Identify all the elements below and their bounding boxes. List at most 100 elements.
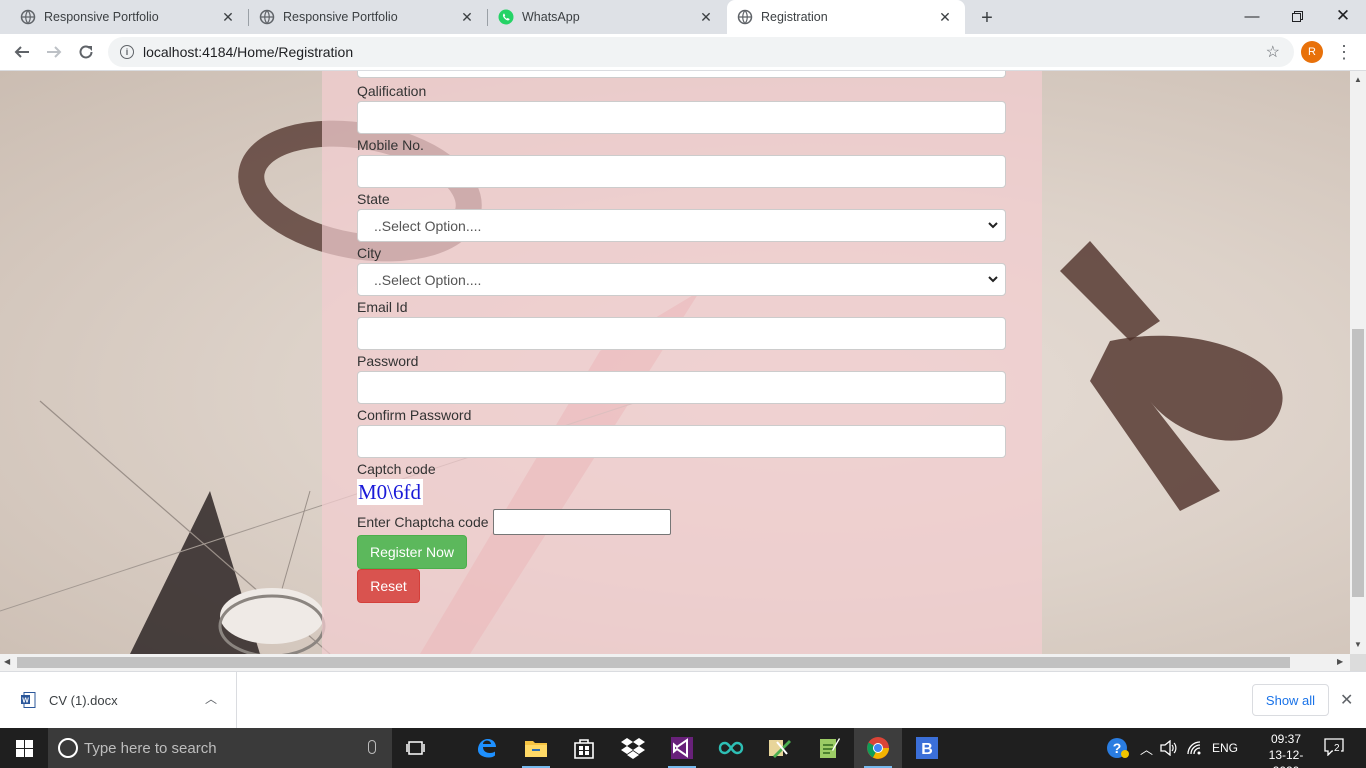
arduino-app[interactable] — [707, 728, 755, 768]
horizontal-scrollbar[interactable]: ◀ ▶ — [0, 654, 1350, 671]
qualification-input[interactable] — [357, 101, 1006, 134]
captcha-input[interactable] — [493, 509, 671, 535]
tab-registration[interactable]: Registration ✕ — [727, 0, 965, 34]
notification-count: 2 — [1333, 743, 1341, 754]
close-window-button[interactable]: ✕ — [1320, 0, 1366, 32]
email-input[interactable] — [357, 317, 1006, 350]
search-placeholder: Type here to search — [84, 739, 217, 757]
minimize-button[interactable]: — — [1229, 0, 1275, 32]
new-tab-button[interactable]: + — [976, 7, 998, 29]
download-shelf: W CV (1).docx ︿ Show all ✕ — [0, 671, 1366, 728]
chrome-app[interactable] — [854, 728, 902, 768]
file-explorer-app[interactable] — [512, 728, 560, 768]
qualification-label: Qalification — [357, 83, 427, 99]
reset-button[interactable]: Reset — [357, 569, 420, 603]
tab-title: Registration — [761, 10, 828, 24]
tab-title: Responsive Portfolio — [44, 10, 159, 24]
email-label: Email Id — [357, 299, 408, 315]
globe-icon — [737, 9, 753, 25]
confirm-password-input[interactable] — [357, 425, 1006, 458]
mobile-input[interactable] — [357, 155, 1006, 188]
edge-app[interactable] — [462, 728, 510, 768]
confirm-password-label: Confirm Password — [357, 407, 472, 423]
store-bag-icon — [574, 739, 594, 759]
chevron-up-icon[interactable]: ︿ — [1140, 728, 1153, 768]
city-label: City — [357, 245, 382, 261]
language-indicator[interactable]: ENG — [1212, 728, 1238, 768]
tab-responsive-portfolio-2[interactable]: Responsive Portfolio ✕ — [249, 0, 487, 34]
whatsapp-icon — [498, 9, 514, 25]
restore-button[interactable] — [1274, 0, 1320, 32]
page-viewport: Qalification Mobile No. State ..Select O… — [0, 71, 1350, 654]
state-selected-value: ..Select Option.... — [374, 217, 482, 234]
microphone-icon[interactable] — [368, 740, 376, 754]
close-tab-icon[interactable]: ✕ — [937, 9, 953, 25]
tab-responsive-portfolio-1[interactable]: Responsive Portfolio ✕ — [0, 0, 248, 34]
b-letter-icon: B — [916, 737, 938, 759]
profile-avatar[interactable]: R — [1301, 41, 1323, 63]
mobile-label: Mobile No. — [357, 137, 424, 153]
download-item[interactable]: W CV (1).docx ︿ — [0, 672, 237, 728]
globe-icon — [259, 9, 275, 25]
scrollbar-corner — [1350, 654, 1366, 671]
svg-text:B: B — [921, 741, 933, 758]
forward-button[interactable] — [40, 38, 68, 66]
globe-icon — [20, 9, 36, 25]
password-input[interactable] — [357, 371, 1006, 404]
vertical-scrollbar[interactable]: ▲ ▼ — [1350, 71, 1366, 654]
tab-whatsapp[interactable]: WhatsApp ✕ — [488, 0, 726, 34]
reload-button[interactable] — [72, 38, 100, 66]
word-document-icon: W — [21, 692, 36, 708]
download-file-name: CV (1).docx — [49, 693, 118, 708]
address-bar[interactable]: i localhost:4184/Home/Registration ☆ — [108, 37, 1294, 67]
scroll-up-arrow-icon[interactable]: ▲ — [1354, 75, 1362, 84]
bookmark-star-icon[interactable]: ☆ — [1266, 42, 1280, 62]
scroll-left-arrow-icon[interactable]: ◀ — [4, 657, 10, 666]
system-clock[interactable]: 09:37 13-12-2020 — [1258, 731, 1314, 768]
dropbox-app[interactable] — [609, 728, 657, 768]
close-tab-icon[interactable]: ✕ — [698, 9, 714, 25]
tab-title: Responsive Portfolio — [283, 10, 398, 24]
password-label: Password — [357, 353, 419, 369]
show-all-downloads-button[interactable]: Show all — [1252, 684, 1329, 716]
paint-tools-app[interactable] — [756, 728, 804, 768]
task-view-button[interactable] — [392, 728, 440, 768]
chrome-icon — [867, 737, 889, 759]
back-arrow-icon — [14, 46, 29, 58]
back-button[interactable] — [8, 38, 36, 66]
start-button[interactable] — [0, 728, 48, 768]
register-now-button[interactable]: Register Now — [357, 535, 467, 569]
wifi-icon[interactable] — [1186, 728, 1204, 768]
taskbar-search[interactable]: Type here to search — [48, 728, 392, 768]
help-question-icon: ? — [1107, 738, 1129, 758]
task-view-icon — [406, 741, 425, 755]
action-center-button[interactable]: 2 — [1324, 738, 1344, 757]
folder-icon — [525, 741, 547, 757]
help-tray-icon[interactable]: ? — [1106, 728, 1130, 768]
vertical-scroll-thumb[interactable] — [1352, 329, 1364, 597]
chevron-down-icon — [988, 222, 998, 229]
close-tab-icon[interactable]: ✕ — [459, 9, 475, 25]
state-label: State — [357, 191, 390, 207]
scroll-down-arrow-icon[interactable]: ▼ — [1354, 640, 1362, 649]
close-shelf-icon[interactable]: ✕ — [1340, 690, 1353, 710]
blue-b-app[interactable]: B — [903, 728, 951, 768]
state-select[interactable]: ..Select Option.... — [357, 209, 1006, 242]
windows-taskbar: Type here to search B ? ︿ ENG 09:37 13-1… — [0, 728, 1366, 768]
browser-menu-icon[interactable]: ⋮ — [1334, 38, 1354, 66]
site-info-icon[interactable]: i — [120, 45, 134, 59]
city-select[interactable]: ..Select Option.... — [357, 263, 1006, 296]
scroll-right-arrow-icon[interactable]: ▶ — [1337, 657, 1343, 666]
horizontal-scroll-thumb[interactable] — [17, 657, 1290, 668]
previous-field-input[interactable] — [357, 71, 1006, 78]
visual-studio-app[interactable] — [658, 728, 706, 768]
microsoft-store-app[interactable] — [560, 728, 608, 768]
chevron-up-icon[interactable]: ︿ — [205, 690, 217, 707]
volume-icon[interactable] — [1160, 728, 1178, 768]
reload-icon — [79, 45, 93, 59]
captcha-label: Captch code — [357, 461, 436, 477]
notepad-app[interactable] — [805, 728, 853, 768]
browser-toolbar: i localhost:4184/Home/Registration ☆ — [0, 34, 1366, 71]
url-text: localhost:4184/Home/Registration — [143, 44, 354, 60]
close-tab-icon[interactable]: ✕ — [220, 9, 236, 25]
